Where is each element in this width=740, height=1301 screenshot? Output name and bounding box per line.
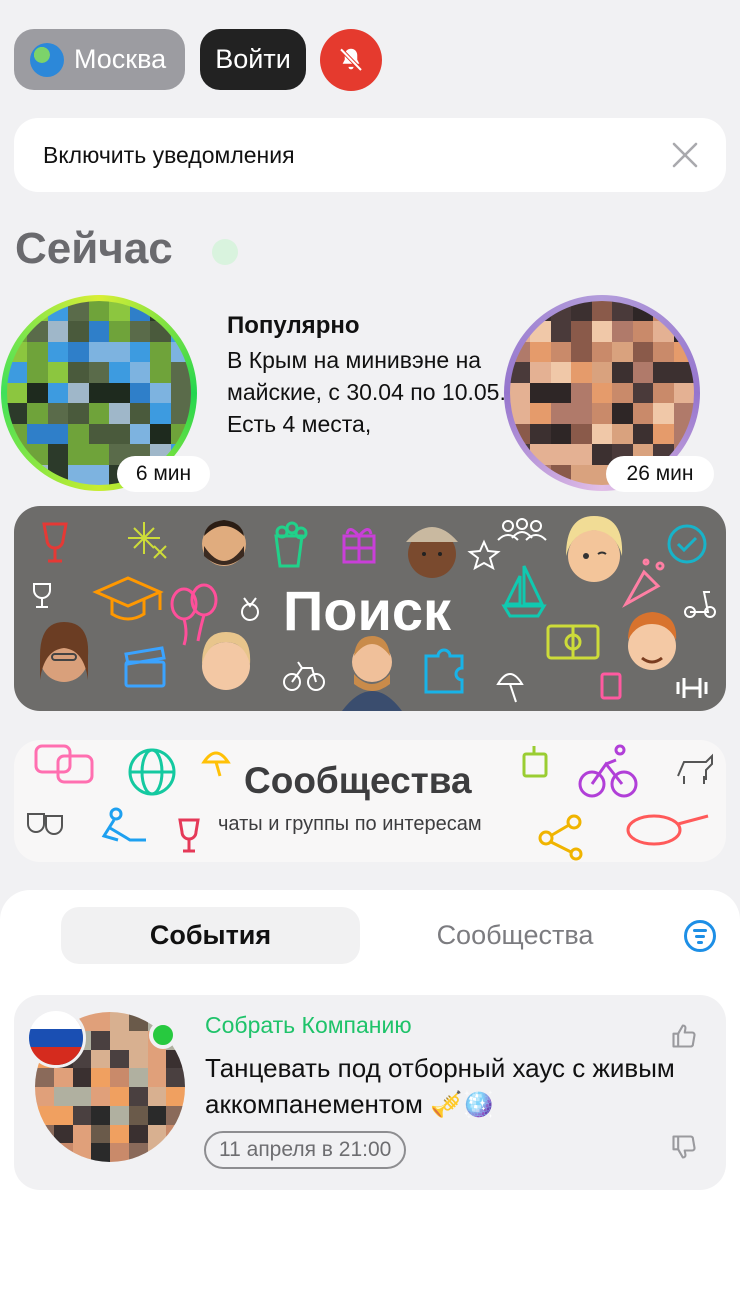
filter-icon-line (697, 940, 703, 944)
memoji-man-thinking (342, 636, 402, 711)
russia-flag-icon (26, 1008, 86, 1068)
memoji-woman-peace (40, 622, 89, 682)
online-status-dot (149, 1021, 177, 1049)
story-time-badge: 6 мин (117, 456, 210, 492)
filter-button[interactable] (684, 920, 716, 952)
trophy-icon (33, 583, 51, 608)
memoji-woman-cap (406, 527, 458, 578)
chat-bubbles-icon (34, 744, 94, 784)
theater-masks-icon (27, 813, 63, 835)
enable-notifications-banner[interactable]: Включить уведомления (14, 118, 726, 192)
badge-check-icon (667, 524, 707, 564)
event-category[interactable]: Собрать Компанию (205, 1012, 412, 1039)
popular-label: Популярно (227, 312, 360, 339)
memoji-blonde-woman (566, 516, 623, 582)
umbrella-icon (201, 751, 231, 777)
communities-banner-title: Сообщества (244, 760, 472, 801)
city-label: Москва (74, 44, 167, 74)
fireworks-icon (128, 522, 167, 559)
graduation-cap-icon (92, 576, 164, 621)
medal-icon (241, 597, 259, 621)
clapperboard-icon (124, 646, 166, 688)
close-icon[interactable] (672, 142, 698, 168)
story-time-badge: 26 мин (606, 456, 714, 492)
popcorn-icon (522, 746, 548, 778)
hockey-player-icon (101, 807, 146, 842)
frying-pan-icon (626, 814, 709, 846)
enable-notifications-label: Включить уведомления (43, 141, 295, 168)
thumbs-up-icon[interactable] (670, 1022, 698, 1050)
popcorn-icon (274, 521, 308, 568)
globe-icon (128, 748, 176, 796)
star-icon (467, 539, 501, 571)
city-selector-button[interactable]: Москва (14, 29, 185, 90)
thumbs-down-icon[interactable] (670, 1133, 698, 1161)
tab-communities[interactable]: Сообщества (370, 907, 660, 964)
party-popper-icon (622, 558, 665, 608)
event-title: Танцевать под отборный хаус с живым акко… (205, 1053, 675, 1119)
tab-events[interactable]: События (61, 907, 360, 964)
filter-icon-line (693, 928, 707, 932)
filter-icon-line (695, 934, 705, 938)
dog-icon (677, 753, 713, 784)
memoji-wink-woman (202, 632, 251, 690)
wine-glass-icon (42, 522, 68, 563)
search-banner-title: Поиск (283, 579, 452, 642)
scooter-icon (684, 591, 716, 618)
bicycle-icon (283, 661, 325, 691)
login-button[interactable]: Войти (200, 29, 306, 90)
live-indicator-dot (212, 239, 238, 265)
globe-icon (30, 42, 64, 77)
memoji-smiling-man (628, 612, 677, 670)
event-date-badge: 11 апреля в 21:00 (204, 1131, 407, 1169)
memoji-bearded-man (202, 520, 246, 566)
now-section-title: Сейчас (15, 224, 173, 273)
notifications-muted-button[interactable] (320, 29, 382, 91)
puzzle-icon (424, 648, 464, 694)
group-icon (497, 518, 547, 541)
communities-banner-subtitle: чаты и группы по интересам (218, 813, 482, 835)
book-icon (600, 672, 622, 700)
sailboat-icon (501, 565, 547, 618)
molecule-icon (538, 814, 583, 861)
gift-icon (342, 528, 376, 564)
football-field-icon (546, 624, 600, 660)
popular-story-preview[interactable]: Популярно В Крым на минивэне на майские,… (227, 312, 512, 440)
wine-glass-icon (178, 818, 200, 853)
balloons-icon (170, 583, 218, 646)
bell-slash-icon (339, 47, 363, 72)
umbrella-icon (496, 673, 524, 703)
cyclist-icon (578, 744, 638, 798)
dumbbell-icon (676, 678, 708, 698)
popular-text: В Крым на минивэне на майские, с 30.04 п… (227, 347, 506, 437)
